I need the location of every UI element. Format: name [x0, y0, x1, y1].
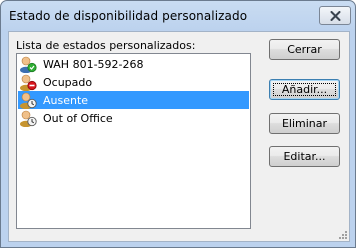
away-status-icon [20, 92, 37, 109]
close-icon [330, 10, 340, 21]
status-list-label: Lista de estados personalizados: [16, 39, 196, 52]
edit-button[interactable]: Editar... [269, 146, 340, 167]
list-item-label: WAH 801-592-268 [43, 57, 144, 71]
list-item[interactable]: Out of Office [18, 109, 249, 127]
close-button[interactable]: Cerrar [269, 39, 340, 60]
add-button[interactable]: Añadir... [269, 79, 340, 100]
dialog-title: Estado de disponibilidad personalizado [9, 9, 248, 23]
list-item-selected[interactable]: Ausente [18, 91, 249, 109]
delete-button[interactable]: Eliminar [269, 113, 340, 134]
busy-status-icon [20, 74, 37, 91]
list-item[interactable]: Ocupado [18, 73, 249, 91]
available-status-icon [20, 56, 37, 73]
resize-grip-icon[interactable] [338, 230, 348, 240]
dialog-window: Estado de disponibilidad personalizado L… [0, 0, 356, 248]
list-item-label: Ausente [43, 93, 89, 107]
away-status-icon [20, 110, 37, 127]
title-bar[interactable]: Estado de disponibilidad personalizado [1, 1, 355, 31]
add-button-label: Añadir... [281, 83, 328, 96]
list-item-label: Ocupado [43, 75, 93, 89]
dialog-body: Lista de estados personalizados: WAH 801… [8, 31, 350, 242]
list-item-label: Out of Office [43, 111, 113, 125]
list-item[interactable]: WAH 801-592-268 [18, 55, 249, 73]
status-list[interactable]: WAH 801-592-268 Ocupado Ausente Out of O… [16, 53, 251, 229]
close-window-button[interactable] [319, 6, 351, 25]
